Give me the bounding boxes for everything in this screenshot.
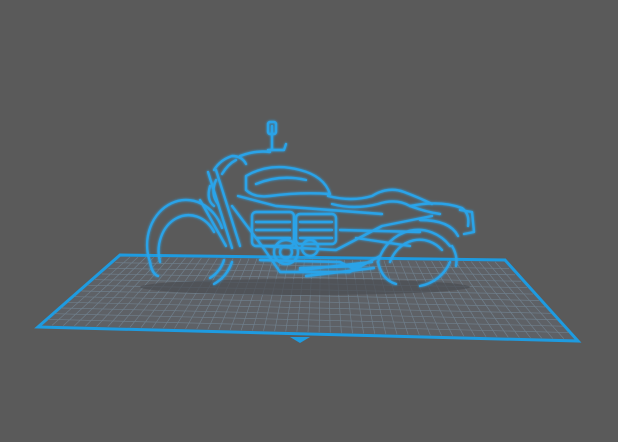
headlight — [207, 178, 220, 208]
triangle-marker — [290, 337, 310, 343]
fuel-tank — [244, 165, 332, 198]
scene-canvas[interactable] — [0, 0, 618, 442]
3d-viewport[interactable] — [0, 0, 618, 442]
